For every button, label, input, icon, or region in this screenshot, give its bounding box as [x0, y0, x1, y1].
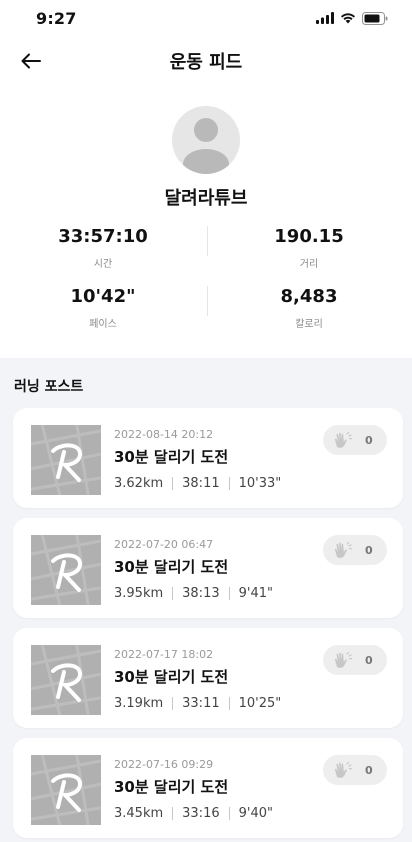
stat-label: 시간 [93, 259, 113, 270]
divider [228, 807, 230, 820]
stat-value: 8,483 [280, 286, 338, 307]
like-count: 0 [365, 543, 373, 557]
like-button[interactable]: 0 [323, 535, 387, 565]
stat-value: 10'42" [70, 286, 136, 307]
avatar-body [183, 149, 229, 174]
divider [172, 587, 174, 600]
post-date: 2022-08-14 20:12 [114, 428, 214, 441]
status-bar: 9:27 [0, 0, 412, 36]
status-icons [316, 11, 388, 25]
post-distance: 3.95km [114, 586, 164, 601]
stat-value: 190.15 [274, 226, 344, 247]
stat-label: 칼로리 [295, 319, 323, 330]
wifi-icon [341, 13, 355, 24]
post-title: 30분 달리기 도전 [114, 668, 229, 686]
post-card[interactable]: 2022-07-17 18:02 30분 달리기 도전 3.19km 33:11… [13, 628, 403, 728]
map-thumbnail [31, 535, 101, 605]
post-stats: 3.95km 38:13 9'41" [114, 586, 273, 601]
stat-calories: 8,483 칼로리 [206, 284, 412, 344]
like-button[interactable]: 0 [323, 425, 387, 455]
battery-icon [362, 11, 388, 25]
page-title: 운동 피드 [169, 52, 243, 73]
map-thumbnail [31, 425, 101, 495]
divider [172, 697, 174, 710]
stats-divider [207, 286, 208, 316]
feed-title: 러닝 포스트 [14, 379, 84, 395]
signal-icon [316, 12, 334, 24]
divider [228, 697, 230, 710]
like-count: 0 [365, 763, 373, 777]
divider [172, 477, 174, 490]
header: 운동 피드 [0, 36, 412, 86]
stat-value: 33:57:10 [58, 226, 148, 247]
post-pace: 9'41" [238, 586, 273, 601]
like-button[interactable]: 0 [323, 755, 387, 785]
map-thumbnail [31, 645, 101, 715]
post-title: 30분 달리기 도전 [114, 778, 229, 796]
profile-section: 달려라튜브 [0, 86, 412, 210]
stats-divider [207, 226, 208, 256]
stat-label: 페이스 [89, 319, 117, 330]
avatar-head [194, 118, 218, 142]
post-time: 33:16 [182, 806, 220, 821]
post-card[interactable]: 2022-07-20 06:47 30분 달리기 도전 3.95km 38:13… [13, 518, 403, 618]
status-time: 9:27 [36, 8, 77, 28]
like-count: 0 [365, 433, 373, 447]
like-button[interactable]: 0 [323, 645, 387, 675]
post-date: 2022-07-20 06:47 [114, 538, 214, 551]
post-title: 30분 달리기 도전 [114, 448, 229, 466]
divider [228, 477, 230, 490]
like-count: 0 [365, 653, 373, 667]
post-card[interactable]: 2022-07-16 09:29 30분 달리기 도전 3.45km 33:16… [13, 738, 403, 838]
post-pace: 9'40" [238, 806, 273, 821]
post-date: 2022-07-16 09:29 [114, 758, 214, 771]
post-pace: 10'25" [238, 696, 282, 711]
post-stats: 3.45km 33:16 9'40" [114, 806, 273, 821]
post-time: 33:11 [182, 696, 220, 711]
post-date: 2022-07-17 18:02 [114, 648, 214, 661]
clap-icon [334, 431, 353, 448]
profile-name: 달려라튜브 [164, 188, 248, 209]
post-title: 30분 달리기 도전 [114, 558, 229, 576]
post-pace: 10'33" [238, 476, 282, 491]
post-distance: 3.19km [114, 696, 164, 711]
post-distance: 3.62km [114, 476, 164, 491]
stat-label: 거리 [299, 259, 319, 270]
post-card[interactable]: 2022-08-14 20:12 30분 달리기 도전 3.62km 38:11… [13, 408, 403, 508]
post-time: 38:11 [182, 476, 220, 491]
stat-time: 33:57:10 시간 [0, 224, 206, 284]
avatar [172, 106, 240, 174]
divider [228, 587, 230, 600]
stats-grid: 33:57:10 시간 190.15 거리 10'42" 페이스 8,483 칼… [0, 224, 412, 344]
stat-distance: 190.15 거리 [206, 224, 412, 284]
map-thumbnail [31, 755, 101, 825]
divider [172, 807, 174, 820]
post-distance: 3.45km [114, 806, 164, 821]
stat-pace: 10'42" 페이스 [0, 284, 206, 344]
post-time: 38:13 [182, 586, 220, 601]
back-button[interactable] [18, 48, 44, 74]
clap-icon [334, 541, 353, 558]
arrow-left-icon [21, 53, 41, 69]
clap-icon [334, 651, 353, 668]
running-feed: 러닝 포스트 2022-08-14 20:12 30분 달리기 도전 3.62k… [0, 358, 412, 842]
post-stats: 3.62km 38:11 10'33" [114, 476, 281, 491]
post-stats: 3.19km 33:11 10'25" [114, 696, 281, 711]
clap-icon [334, 761, 353, 778]
